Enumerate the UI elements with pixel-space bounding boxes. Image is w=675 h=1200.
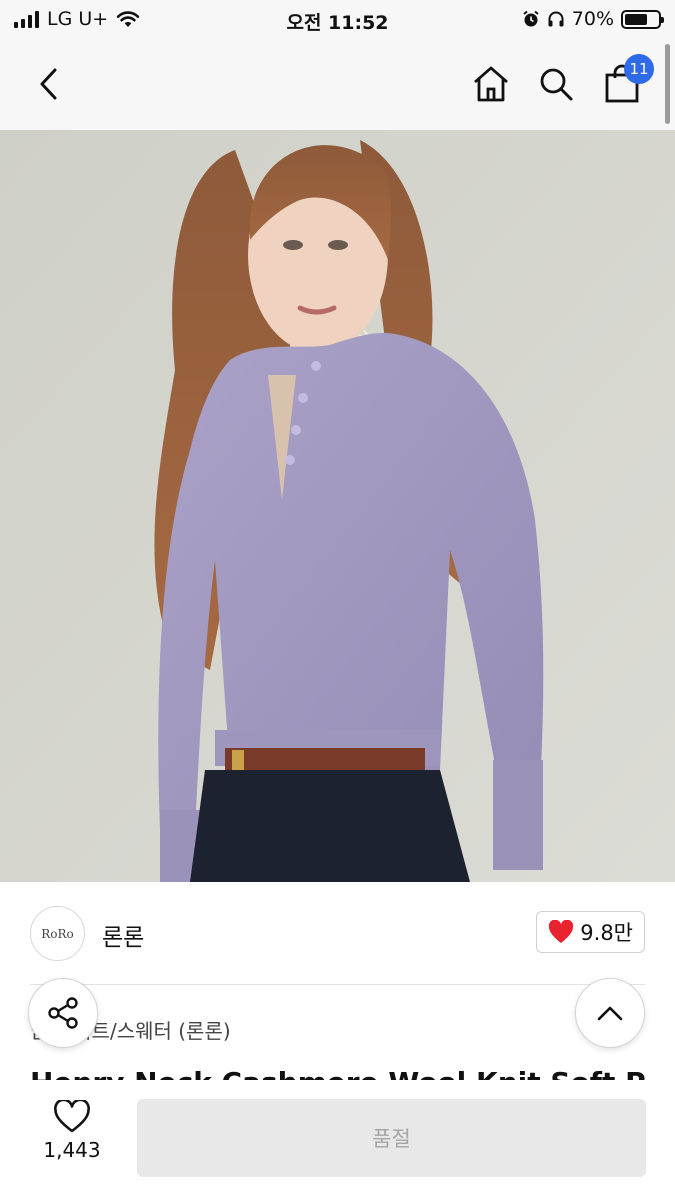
- seller-name[interactable]: 론론: [102, 918, 144, 952]
- bottom-action-bar: 1,443 품절: [0, 1080, 675, 1200]
- scroll-top-button[interactable]: [575, 978, 645, 1048]
- status-right: 70%: [522, 8, 664, 30]
- home-button[interactable]: [467, 60, 515, 108]
- product-photo: [0, 130, 675, 882]
- home-icon: [474, 66, 508, 102]
- wishlist-count: 1,443: [43, 1138, 101, 1162]
- product-title: Henry Neck Cashmere Wool Knit Soft Pur: [30, 1062, 645, 1082]
- search-button[interactable]: [532, 60, 580, 108]
- store-like-count: 9.8만: [580, 921, 633, 945]
- cart-count-badge: 11: [624, 54, 654, 84]
- wishlist-button[interactable]: 1,443: [32, 1100, 112, 1162]
- status-bar: LG U+ 오전 11:52 70%: [0, 0, 675, 38]
- battery-percent: 70%: [571, 8, 614, 30]
- heart-filled-icon: [549, 920, 574, 943]
- chevron-up-icon: [597, 1006, 623, 1021]
- store-like-button[interactable]: 9.8만: [536, 911, 645, 953]
- heart-outline-icon: [54, 1100, 90, 1133]
- back-icon: [40, 68, 57, 100]
- back-button[interactable]: [26, 60, 74, 108]
- battery-level: [625, 13, 648, 25]
- alarm-icon: [523, 10, 539, 27]
- product-image[interactable]: [0, 130, 675, 882]
- cart-button[interactable]: 11: [598, 54, 654, 108]
- scrollbar[interactable]: [665, 44, 670, 124]
- top-navigation: 11: [0, 38, 675, 130]
- headphones-icon: [548, 11, 564, 27]
- search-icon: [540, 68, 573, 101]
- sold-out-button[interactable]: 품절: [137, 1099, 646, 1177]
- share-icon: [48, 997, 78, 1029]
- seller-row[interactable]: RoRo 론론 9.8만: [0, 882, 675, 984]
- battery-icon: [621, 9, 664, 29]
- share-button[interactable]: [28, 978, 98, 1048]
- divider: [30, 984, 645, 985]
- seller-logo[interactable]: RoRo: [30, 906, 85, 961]
- seller-logo-text: RoRo: [41, 926, 74, 941]
